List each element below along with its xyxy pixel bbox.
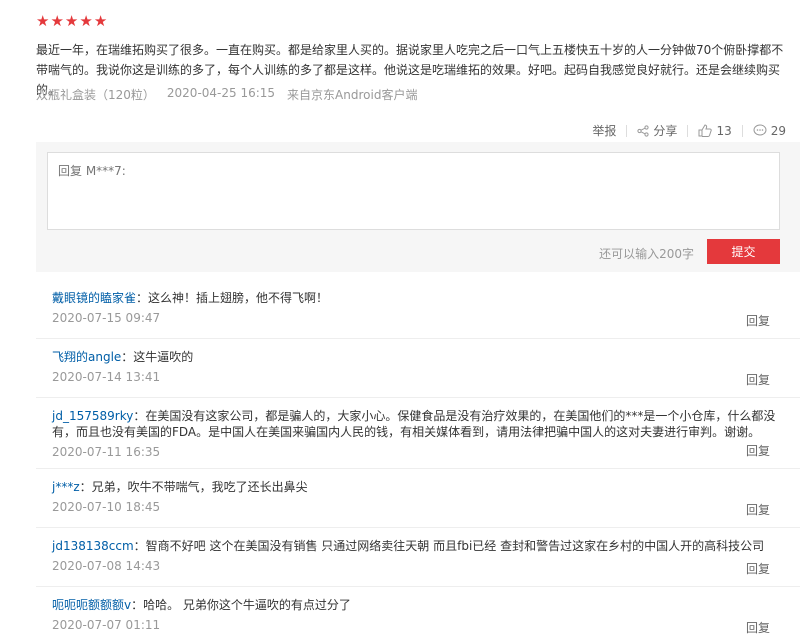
like-count: 13 xyxy=(716,123,732,138)
star-icon: ★ xyxy=(36,12,50,30)
comment-date: 2020-07-07 01:11 xyxy=(52,618,161,632)
rating-stars: ★ ★ ★ ★ ★ xyxy=(36,13,107,29)
star-icon: ★ xyxy=(79,12,93,30)
comment-list: 戴眼镜的瞌家雀：这么神！插上翅膀，他不得飞啊！ 2020-07-15 09:47… xyxy=(36,280,800,644)
comment-text: ：在美国没有这家公司，都是骗人的，大家小心。保健食品是没有治疗效果的，在美国他们… xyxy=(52,409,776,439)
comment-date: 2020-07-14 13:41 xyxy=(52,370,161,384)
comment-username[interactable]: j***z xyxy=(52,480,80,494)
reply-form: 还可以输入200字 提交 xyxy=(36,142,800,272)
comment-text: ：兄弟，吹牛不带喘气，我吃了还长出鼻尖 xyxy=(79,480,308,494)
like-button[interactable]: 13 xyxy=(688,124,741,138)
report-label: 举报 xyxy=(592,124,617,138)
comment-text: ：这么神！插上翅膀，他不得飞啊！ xyxy=(136,291,329,305)
comment-text: ：这牛逼吹的 xyxy=(121,350,194,364)
report-link[interactable]: 举报 xyxy=(582,122,626,139)
reply-link[interactable]: 回复 xyxy=(746,371,770,388)
comment-username[interactable]: 戴眼镜的瞌家雀 xyxy=(52,291,136,305)
reply-link[interactable]: 回复 xyxy=(746,442,770,459)
review-meta: 双瓶礼盒装（120粒） 2020-04-25 16:15 来自京东Android… xyxy=(36,86,417,103)
reply-link[interactable]: 回复 xyxy=(746,619,770,636)
list-item: j***z：兄弟，吹牛不带喘气，我吃了还长出鼻尖 2020-07-10 18:4… xyxy=(36,469,800,528)
thumbs-up-icon xyxy=(698,124,713,137)
list-item: 呃呃呃额额额v：哈哈。 兄弟你这个牛逼吹的有点过分了 2020-07-07 01… xyxy=(36,587,800,644)
comment-bubble-icon xyxy=(753,124,767,136)
star-icon: ★ xyxy=(64,12,79,30)
share-button[interactable]: 分享 xyxy=(627,122,687,139)
comment-username[interactable]: jd138138ccm xyxy=(52,539,134,553)
reply-link[interactable]: 回复 xyxy=(746,501,770,518)
comment-username[interactable]: jd_157589rky xyxy=(52,409,133,423)
list-item: 戴眼镜的瞌家雀：这么神！插上翅膀，他不得飞啊！ 2020-07-15 09:47… xyxy=(36,280,800,339)
comment-username[interactable]: 飞翔的angle xyxy=(52,350,121,364)
comment-count: 29 xyxy=(770,123,786,138)
product-variant: 双瓶礼盒装（120粒） xyxy=(36,88,155,102)
review-actions: 举报 分享 13 29 xyxy=(582,122,786,139)
comment-date: 2020-07-11 16:35 xyxy=(52,445,161,459)
comment-date: 2020-07-10 18:45 xyxy=(52,500,161,514)
comment-text: ：智商不好吧 这个在美国没有销售 只通过网络卖往天朝 而且fbi已经 查封和警告… xyxy=(133,539,765,553)
review-datetime: 2020-04-25 16:15 xyxy=(166,86,276,100)
list-item: jd138138ccm：智商不好吧 这个在美国没有销售 只通过网络卖往天朝 而且… xyxy=(36,528,800,587)
review-source: 来自京东Android客户端 xyxy=(287,88,418,102)
submit-button[interactable]: 提交 xyxy=(707,239,780,264)
star-icon: ★ xyxy=(93,12,108,30)
comment-username[interactable]: 呃呃呃额额额v xyxy=(52,598,131,612)
list-item: 飞翔的angle：这牛逼吹的 2020-07-14 13:41 回复 xyxy=(36,339,800,398)
comment-date: 2020-07-08 14:43 xyxy=(52,559,161,573)
comment-button[interactable]: 29 xyxy=(743,124,786,138)
char-counter: 还可以输入200字 xyxy=(599,247,694,261)
list-item: jd_157589rky：在美国没有这家公司，都是骗人的，大家小心。保健食品是没… xyxy=(36,398,800,469)
comment-date: 2020-07-15 09:47 xyxy=(52,311,161,325)
share-icon xyxy=(637,124,650,137)
reply-link[interactable]: 回复 xyxy=(746,312,770,329)
reply-input[interactable] xyxy=(47,152,780,230)
share-label: 分享 xyxy=(653,124,678,138)
reply-link[interactable]: 回复 xyxy=(746,560,770,577)
star-icon: ★ xyxy=(50,12,64,30)
comment-text: ：哈哈。 兄弟你这个牛逼吹的有点过分了 xyxy=(131,598,351,612)
